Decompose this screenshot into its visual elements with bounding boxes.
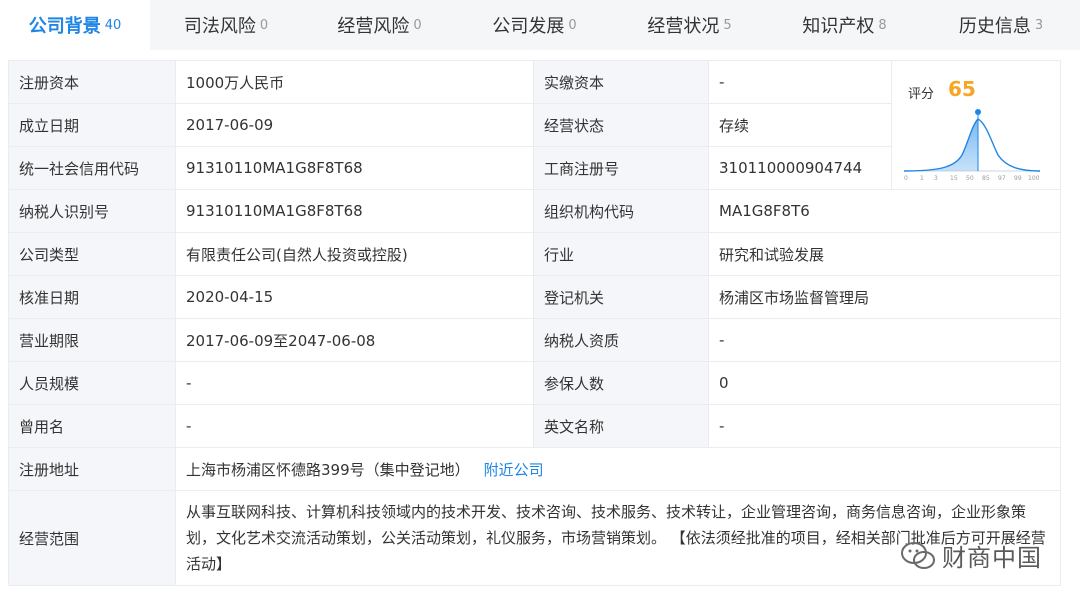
field-label: 人员规模 xyxy=(8,361,176,405)
tab-judicial-risk[interactable]: 司法风险 0 xyxy=(150,0,302,50)
table-row: 曾用名 - 英文名称 - xyxy=(8,404,1061,448)
tab-count: 3 xyxy=(1034,17,1044,33)
tab-history-info[interactable]: 历史信息 3 xyxy=(922,0,1080,50)
address-value: 上海市杨浦区怀德路399号（集中登记地） xyxy=(186,460,470,479)
tick-label: 15 xyxy=(950,175,958,182)
scope-label: 经营范围 xyxy=(8,490,176,586)
table-row: 营业期限 2017-06-09至2047-06-08 纳税人资质 - xyxy=(8,318,1061,362)
nearby-companies-link[interactable]: 附近公司 xyxy=(484,461,544,479)
tab-label: 经营风险 xyxy=(337,16,410,37)
score-label: 评分 xyxy=(908,87,935,102)
tab-company-background[interactable]: 公司背景 40 xyxy=(0,0,150,50)
tick-label: 100 xyxy=(1028,175,1040,182)
field-label: 英文名称 xyxy=(533,404,709,448)
table-row: 注册资本 1000万人民币 实缴资本 - 评分 65 0 1 3 15 50 8… xyxy=(8,60,1061,190)
field-label: 工商注册号 xyxy=(533,146,709,190)
field-value: - xyxy=(708,404,1061,448)
field-value: 91310110MA1G8F8T68 xyxy=(175,189,534,233)
field-label: 曾用名 xyxy=(8,404,176,448)
company-info-table: 注册资本 1000万人民币 实缴资本 - 评分 65 0 1 3 15 50 8… xyxy=(8,60,1061,586)
tab-company-development[interactable]: 公司发展 0 xyxy=(457,0,612,50)
field-value: 91310110MA1G8F8T68 xyxy=(175,146,534,190)
tab-count: 40 xyxy=(104,17,122,33)
field-label: 营业期限 xyxy=(8,318,176,362)
field-label: 参保人数 xyxy=(533,361,709,405)
field-label: 注册资本 xyxy=(8,60,176,104)
field-value: - xyxy=(708,318,1061,362)
field-value: 1000万人民币 xyxy=(175,60,534,104)
score-panel: 评分 65 0 1 3 15 50 85 97 99 100 xyxy=(891,60,1061,190)
table-row: 纳税人识别号 91310110MA1G8F8T68 组织机构代码 MA1G8F8… xyxy=(8,189,1061,233)
field-label: 核准日期 xyxy=(8,275,176,319)
tab-operating-risk[interactable]: 经营风险 0 xyxy=(302,0,457,50)
field-value: - xyxy=(175,361,534,405)
table-row: 人员规模 - 参保人数 0 xyxy=(8,361,1061,405)
tick-label: 85 xyxy=(982,175,990,182)
address-cell: 上海市杨浦区怀德路399号（集中登记地） 附近公司 xyxy=(175,447,1061,491)
tick-label: 50 xyxy=(966,175,974,182)
tab-count: 0 xyxy=(259,17,269,33)
wechat-icon xyxy=(901,541,935,569)
tab-bar: 公司背景 40 司法风险 0 经营风险 0 公司发展 0 经营状况 5 知识产权 8 历史信… xyxy=(0,0,1080,50)
field-value: - xyxy=(708,60,892,104)
tab-count: 8 xyxy=(878,17,887,33)
score-value: 65 xyxy=(948,77,976,101)
field-label: 行业 xyxy=(533,232,709,276)
field-label: 登记机关 xyxy=(533,275,709,319)
tab-label: 公司背景 xyxy=(28,16,101,37)
field-label: 经营状态 xyxy=(533,103,709,147)
field-value: 310110000904744 xyxy=(708,146,892,190)
field-value: 杨浦区市场监督管理局 xyxy=(708,275,1061,319)
watermark: 财商中国 xyxy=(900,538,1042,573)
field-value: 有限责任公司(自然人投资或控股) xyxy=(175,232,534,276)
score-distribution-chart: 0 1 3 15 50 85 97 99 100 xyxy=(903,109,1041,182)
score-marker-dot xyxy=(975,109,981,115)
tick-label: 1 xyxy=(920,175,924,182)
tab-label: 历史信息 xyxy=(958,16,1031,37)
tick-label: 3 xyxy=(934,175,938,182)
tab-count: 0 xyxy=(568,17,577,33)
field-value: 存续 xyxy=(708,103,892,147)
address-label: 注册地址 xyxy=(8,447,176,491)
field-value: 2020-04-15 xyxy=(175,275,534,319)
field-value: MA1G8F8T6 xyxy=(708,189,1061,233)
tick-label: 0 xyxy=(904,175,908,182)
field-value: 研究和试验发展 xyxy=(708,232,1061,276)
field-value: 2017-06-09 xyxy=(175,103,534,147)
tab-label: 司法风险 xyxy=(183,16,256,37)
field-label: 公司类型 xyxy=(8,232,176,276)
tab-label: 公司发展 xyxy=(492,16,565,37)
table-row: 公司类型 有限责任公司(自然人投资或控股) 行业 研究和试验发展 xyxy=(8,232,1061,276)
tick-label: 97 xyxy=(998,175,1006,182)
field-value: - xyxy=(175,404,534,448)
tab-operating-status[interactable]: 经营状况 5 xyxy=(612,0,767,50)
tick-label: 99 xyxy=(1014,175,1022,182)
tab-label: 经营状况 xyxy=(647,16,720,37)
score-widget: 评分 65 0 1 3 15 50 85 97 99 100 xyxy=(900,69,1050,184)
tab-count: 5 xyxy=(723,17,732,33)
field-label: 统一社会信用代码 xyxy=(8,146,176,190)
field-label: 成立日期 xyxy=(8,103,176,147)
field-label: 纳税人识别号 xyxy=(8,189,176,233)
field-label: 组织机构代码 xyxy=(533,189,709,233)
watermark-text: 财商中国 xyxy=(942,544,1042,572)
field-value: 2017-06-09至2047-06-08 xyxy=(175,318,534,362)
field-value: 0 xyxy=(708,361,1061,405)
table-row: 核准日期 2020-04-15 登记机关 杨浦区市场监督管理局 xyxy=(8,275,1061,319)
tab-label: 知识产权 xyxy=(802,16,875,37)
tab-intellectual-property[interactable]: 知识产权 8 xyxy=(767,0,922,50)
table-row: 注册地址 上海市杨浦区怀德路399号（集中登记地） 附近公司 xyxy=(8,447,1061,491)
field-label: 纳税人资质 xyxy=(533,318,709,362)
field-label: 实缴资本 xyxy=(533,60,709,104)
tab-count: 0 xyxy=(413,17,422,33)
